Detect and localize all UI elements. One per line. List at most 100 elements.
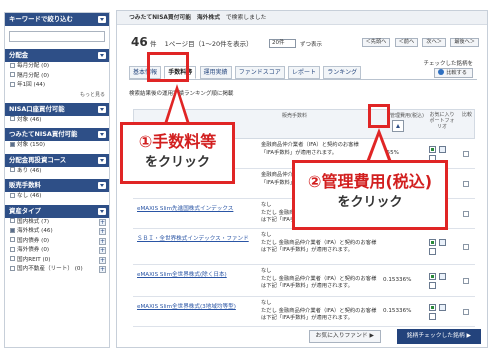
step1-title: ①手数料等 [138, 132, 217, 151]
prev-page-button[interactable]: ＜前へ [394, 38, 419, 47]
add-portfolio-icon[interactable] [439, 273, 446, 280]
fund-name-link[interactable]: eMAXIS Slim先進国株式インデックス [137, 204, 233, 212]
filter-checkbox[interactable] [10, 167, 15, 172]
expand-plus-icon[interactable]: + [99, 237, 106, 245]
tab-fund-score[interactable]: ファンドスコア [234, 66, 285, 79]
filter-option[interactable]: なし (46) [5, 192, 109, 202]
expand-plus-icon[interactable]: + [99, 256, 106, 264]
filter-section-title: 分配金 [9, 51, 29, 59]
compare-checkbox[interactable] [463, 211, 469, 217]
fund-name-link[interactable]: eMAXIS Slim全世界株式(3地域均等型) [137, 302, 236, 310]
filter-checkbox[interactable] [10, 72, 15, 77]
favorite-checkbox[interactable] [429, 146, 436, 153]
management-fee-sort-highlight [368, 104, 390, 128]
filter-section-title: 資産タイプ [9, 206, 41, 215]
sales-fee-text: なしただし 金融商品仲介業者（IFA）と契約のお客様は下記「IFA手数料」が適用… [261, 300, 376, 323]
compare-checkbox[interactable] [463, 309, 469, 315]
collapse-icon[interactable] [98, 105, 106, 113]
expand-plus-icon[interactable]: + [99, 266, 106, 273]
compare-checkbox[interactable] [463, 181, 469, 187]
filter-option-count: (0) [41, 63, 50, 69]
sales-fee-line: は下記「IFA手数料」が適用されます。 [261, 283, 353, 289]
compare-checkbox[interactable] [463, 244, 469, 250]
filter-checkbox[interactable] [10, 265, 15, 271]
favorite-checkbox[interactable] [429, 273, 436, 280]
filter-section-title: 分配金再投資コース [9, 155, 67, 164]
add-portfolio-icon[interactable] [439, 146, 446, 153]
favorite-checkbox[interactable] [429, 304, 436, 311]
filter-option-label: 対象 [17, 116, 29, 123]
filter-section-header[interactable]: 分配金 [5, 49, 109, 62]
filter-option[interactable]: 国内不動産（リート） (0) + [5, 265, 109, 275]
filter-option[interactable]: 年1回 (44) [5, 81, 109, 91]
sort-management-fee-button[interactable] [392, 120, 404, 132]
keyword-search-input[interactable] [9, 31, 105, 42]
collapse-icon[interactable] [98, 52, 106, 59]
filter-checkbox[interactable] [10, 237, 15, 242]
filter-section-header[interactable]: つみたてNISA買付可能 [5, 128, 109, 141]
compare-checkbox[interactable] [463, 151, 469, 157]
filter-option[interactable]: あり (46) [5, 167, 109, 177]
filter-option[interactable]: 対象 (46) [5, 116, 109, 126]
per-page-select[interactable]: 20件 [269, 39, 296, 48]
filter-option-label: 海外株式 [17, 228, 40, 234]
expand-plus-icon[interactable]: + [99, 218, 106, 226]
filter-checkbox[interactable] [10, 246, 15, 252]
filter-section-header[interactable]: 分配金再投資コース [5, 153, 109, 167]
expand-plus-icon[interactable]: + [99, 247, 106, 254]
portfolio-checkbox[interactable] [429, 248, 436, 255]
filter-option[interactable]: 海外債券 (0) + [5, 246, 109, 256]
collapse-icon[interactable] [98, 182, 106, 189]
collapse-icon[interactable] [98, 131, 106, 138]
filter-option-label: あり [17, 167, 29, 174]
filter-checkbox[interactable] [10, 227, 15, 233]
fund-name-link[interactable]: eMAXIS Slim全世界株式(除く日本) [137, 270, 227, 278]
filter-section-header[interactable]: 資産タイプ [5, 204, 109, 218]
filter-option[interactable]: 対象 (150) [5, 141, 109, 151]
add-portfolio-icon[interactable] [439, 304, 446, 311]
sales-fee-line: ただし 金融商品仲介業者（IFA）と契約のお客様 [261, 239, 377, 246]
filter-checkbox[interactable] [10, 141, 15, 147]
portfolio-checkbox[interactable] [429, 282, 436, 289]
next-page-button[interactable]: 次へ＞ [422, 38, 446, 47]
filter-section-title: NISA口座買付可能 [9, 104, 65, 113]
filter-option[interactable]: 毎月分配 (0) [5, 62, 109, 72]
compare-checkbox[interactable] [463, 278, 469, 284]
show-more-link[interactable]: もっと見る [5, 91, 109, 100]
filter-checkbox[interactable] [10, 256, 15, 261]
sales-fee-line: なし [261, 232, 272, 238]
filter-checkbox[interactable] [10, 192, 15, 198]
filter-checkbox[interactable] [10, 116, 15, 121]
tab-performance[interactable]: 運用実績 [199, 66, 232, 79]
per-page-label: ずつ表示 [300, 42, 323, 48]
keyword-filter-header[interactable]: キーワードで絞り込む [5, 13, 109, 26]
filter-checkbox[interactable] [10, 62, 15, 68]
collapse-icon[interactable] [98, 207, 106, 215]
filter-section-header[interactable]: NISA口座買付可能 [5, 102, 109, 116]
tab-report[interactable]: レポート [288, 66, 321, 79]
favorite-checkbox[interactable] [429, 239, 436, 246]
fund-name-link[interactable]: ＳＢＩ・全世界株式インデックス・ファンド [137, 234, 249, 242]
filter-option[interactable]: 国内REIT (0) + [5, 256, 109, 266]
last-page-button[interactable]: 最後へ＞ [450, 38, 479, 47]
first-page-button[interactable]: ＜先頭へ [361, 38, 391, 47]
filter-option[interactable]: 海外株式 (46) + [5, 227, 109, 237]
compare-button[interactable]: 比較する [434, 68, 473, 78]
expand-plus-icon[interactable]: + [99, 228, 106, 235]
collapse-icon[interactable] [98, 16, 106, 23]
filter-option[interactable]: 国内株式 (7) + [5, 218, 109, 228]
filter-section-header[interactable]: 販売手数料 [5, 179, 109, 192]
add-to-favorites-button[interactable]: お気に入りファンド ▶ [308, 330, 381, 343]
tab-ranking[interactable]: ランキング [323, 66, 362, 79]
portfolio-checkbox[interactable] [429, 313, 436, 320]
collapse-icon[interactable] [98, 156, 106, 164]
filter-option[interactable]: 隔月分配 (0) [5, 72, 109, 82]
compare-icon [438, 69, 445, 75]
filter-checkbox[interactable] [10, 218, 15, 223]
add-portfolio-icon[interactable] [439, 239, 446, 246]
filter-checkbox[interactable] [10, 81, 15, 87]
filter-option-label: なし [17, 193, 29, 199]
filter-option-count: (46) [29, 193, 42, 199]
filter-option[interactable]: 国内債券 (0) + [5, 237, 109, 247]
compare-checked-button[interactable]: 銘柄チェックした銘柄 ▶ [396, 329, 481, 344]
